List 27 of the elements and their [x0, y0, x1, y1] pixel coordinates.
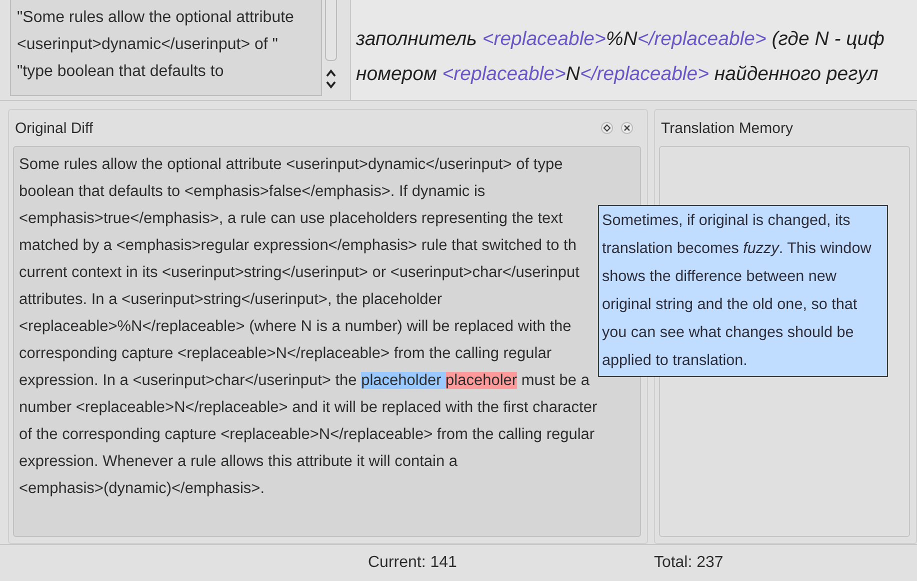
tooltip: Sometimes, if original is changed, its translation becomes fuzzy. This window shows the difference between new original string and the old one, so that you can see what changes should be applied to translation. [598, 205, 888, 377]
current-count: Current: 141 [368, 554, 457, 572]
diff-line: current context in its <userinput>string</userinput> or <userinput>char</userinput [19, 263, 580, 283]
list-text: "type boolean that defaults to [17, 62, 224, 82]
diff-line: matched by a <emphasis>regular expression</emphasis> rule that switched to th [19, 236, 576, 256]
scrollbar-thumb[interactable] [325, 0, 337, 61]
diff-line: <replaceable>%N</replaceable> (where N is a number) will be replaced with the [19, 317, 572, 337]
diff-line: <emphasis>(dynamic)</emphasis>. [19, 479, 265, 499]
diff-line: expression. Whenever a rule allows this attribute it will contain a [19, 452, 458, 472]
diff-line: boolean that defaults to <emphasis>false</emphasis>. If dynamic is [19, 182, 486, 202]
diff-line: number <replaceable>N</replaceable> and it will be replaced with the first character [19, 398, 598, 418]
panel-title: Original Diff [14, 120, 94, 136]
translation-editor[interactable]: заполнитель <replaceable>%N</replaceable> (где N - циф номером <replaceable>N</replaceable> найденного регул [350, 0, 917, 100]
panel-title: Translation Memory [660, 120, 793, 136]
diff-line: expression. In a <userinput>char</userinput> the placeholder placeholer must be a [19, 371, 590, 391]
diff-line: <emphasis>true</emphasis>, a rule can use placeholders representing the text [19, 209, 563, 229]
total-count: Total: 237 [654, 554, 724, 572]
close-icon[interactable] [621, 122, 633, 134]
diff-line: of the corresponding capture <replaceable>N</replaceable> from the calling regular [19, 425, 595, 445]
list-text: <userinput>dynamic</userinput> of " [17, 35, 278, 55]
editor-line: заполнитель <replaceable>%N</replaceable> (где N - циф [356, 27, 886, 52]
diff-line: Some rules allow the optional attribute <userinput>dynamic</userinput> of type [19, 155, 563, 175]
float-icon[interactable] [601, 122, 613, 134]
editor-line: номером <replaceable>N</replaceable> найденного регул [356, 62, 880, 87]
diff-line: corresponding capture <replaceable>N</replaceable> from the calling regular [19, 344, 552, 364]
list-text: "Some rules allow the optional attribute [17, 8, 294, 28]
diff-line: attributes. In a <userinput>string</userinput>, the placeholder [19, 290, 442, 310]
